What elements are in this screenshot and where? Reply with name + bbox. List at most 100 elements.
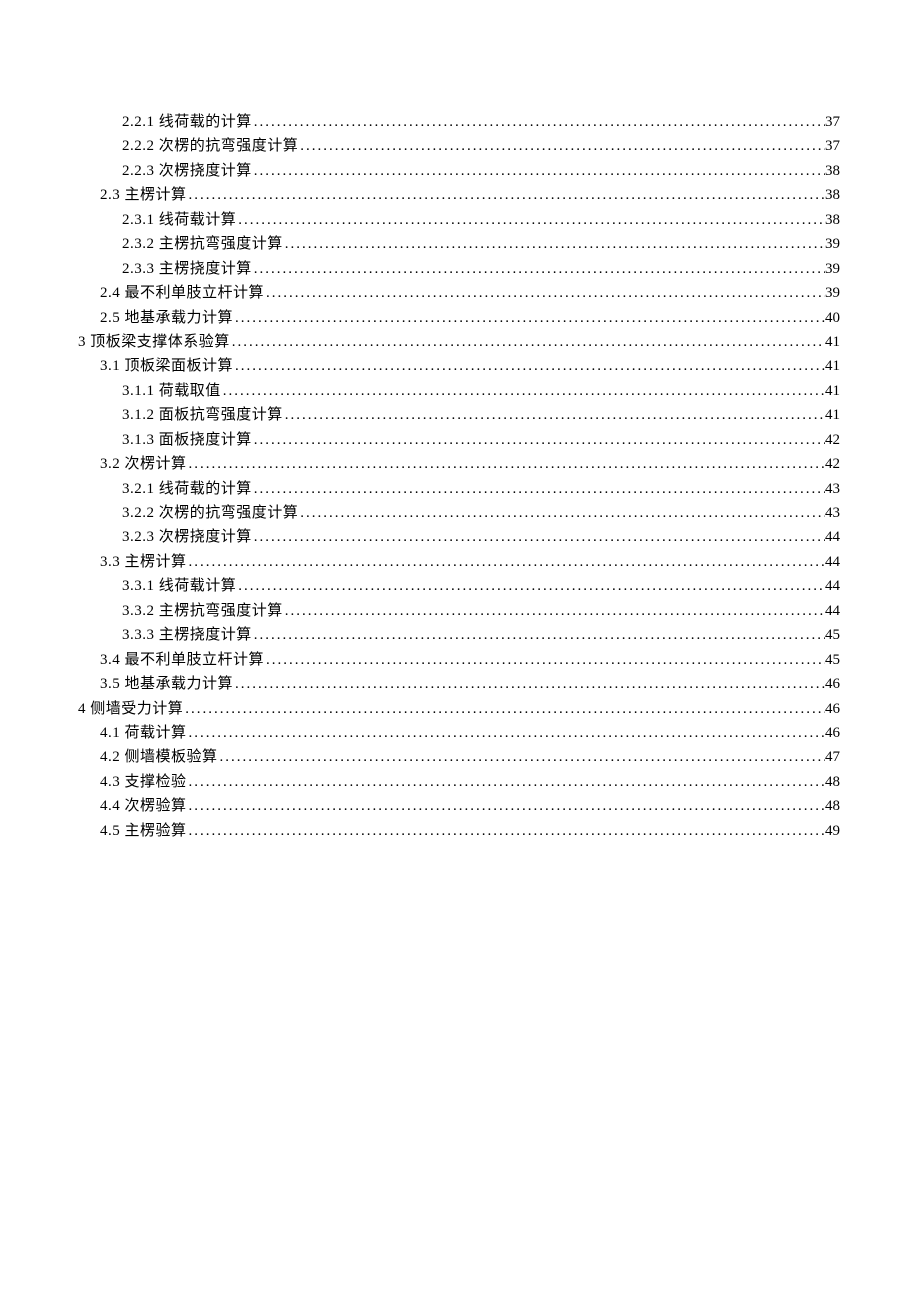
toc-entry: 3.1.3 面板挠度计算 42	[78, 428, 840, 452]
toc-entry: 3.3.3 主楞挠度计算 45	[78, 623, 840, 647]
toc-leader-dots	[218, 745, 825, 769]
toc-entry: 4 侧墙受力计算46	[78, 697, 840, 721]
toc-entry: 4.2 侧墙模板验算47	[78, 745, 840, 769]
toc-entry-page: 38	[825, 183, 840, 207]
toc-entry-label: 3.3.2 主楞抗弯强度计算	[122, 599, 283, 623]
toc-entry-label: 4.4 次楞验算	[100, 794, 187, 818]
toc-leader-dots	[187, 550, 825, 574]
toc-leader-dots	[187, 819, 825, 843]
toc-entry: 3.3.2 主楞抗弯强度计算 44	[78, 599, 840, 623]
toc-leader-dots	[236, 208, 825, 232]
toc-entry: 2.2.3 次楞挠度计算 38	[78, 159, 840, 183]
toc-leader-dots	[187, 770, 825, 794]
toc-entry-page: 38	[825, 159, 840, 183]
toc-entry-label: 4.3 支撑检验	[100, 770, 187, 794]
toc-entry-label: 3.1.2 面板抗弯强度计算	[122, 403, 283, 427]
toc-entry-label: 2.2.3 次楞挠度计算	[122, 159, 252, 183]
toc-entry-page: 47	[825, 745, 840, 769]
toc-entry: 4.4 次楞验算48	[78, 794, 840, 818]
toc-entry: 3.2.3 次楞挠度计算 44	[78, 525, 840, 549]
toc-entry: 3.1.2 面板抗弯强度计算41	[78, 403, 840, 427]
toc-entry-label: 3.2.3 次楞挠度计算	[122, 525, 252, 549]
toc-entry-page: 45	[825, 648, 840, 672]
toc-entry-label: 4.5 主楞验算	[100, 819, 187, 843]
toc-leader-dots	[252, 159, 825, 183]
toc-entry: 3 顶板梁支撑体系验算41	[78, 330, 840, 354]
toc-entry: 3.2.1 线荷载的计算 43	[78, 477, 840, 501]
toc-entry-label: 3.3.3 主楞挠度计算	[122, 623, 252, 647]
toc-entry: 3.3 主楞计算 44	[78, 550, 840, 574]
toc-entry-page: 37	[825, 110, 840, 134]
toc-leader-dots	[187, 794, 825, 818]
toc-entry: 2.4 最不利单肢立杆计算 39	[78, 281, 840, 305]
toc-leader-dots	[221, 379, 825, 403]
toc-entry-page: 37	[825, 134, 840, 158]
toc-leader-dots	[233, 306, 825, 330]
toc-entry: 3.1 顶板梁面板计算 41	[78, 354, 840, 378]
toc-entry-label: 2.5 地基承载力计算	[100, 306, 233, 330]
toc-entry-label: 3.1.3 面板挠度计算	[122, 428, 252, 452]
toc-entry-label: 3.1 顶板梁面板计算	[100, 354, 233, 378]
toc-entry: 2.3.3 主楞挠度计算39	[78, 257, 840, 281]
toc-leader-dots	[283, 403, 825, 427]
toc-leader-dots	[252, 477, 825, 501]
toc-leader-dots	[264, 281, 825, 305]
toc-entry-page: 44	[825, 525, 840, 549]
toc-entry-page: 40	[825, 306, 840, 330]
toc-entry-label: 3.5 地基承载力计算	[100, 672, 233, 696]
toc-leader-dots	[183, 697, 825, 721]
toc-entry: 4.1 荷载计算 46	[78, 721, 840, 745]
toc-leader-dots	[298, 501, 825, 525]
toc-entry-page: 44	[825, 574, 840, 598]
toc-entry-page: 49	[825, 819, 840, 843]
toc-leader-dots	[252, 428, 825, 452]
toc-entry-label: 2.3.1 线荷载计算	[122, 208, 236, 232]
toc-leader-dots	[187, 721, 825, 745]
toc-entry-page: 42	[825, 428, 840, 452]
toc-entry-label: 3.2.1 线荷载的计算	[122, 477, 252, 501]
toc-entry-page: 44	[825, 550, 840, 574]
toc-entry: 2.2.2 次楞的抗弯强度计算 37	[78, 134, 840, 158]
toc-leader-dots	[252, 110, 825, 134]
toc-entry-label: 3.4 最不利单肢立杆计算	[100, 648, 264, 672]
toc-entry-label: 3.3.1 线荷载计算	[122, 574, 236, 598]
toc-entry: 2.3 主楞计算 38	[78, 183, 840, 207]
toc-leader-dots	[264, 648, 825, 672]
toc-entry: 3.1.1 荷载取值41	[78, 379, 840, 403]
toc-entry-page: 44	[825, 599, 840, 623]
toc-entry-page: 39	[825, 232, 840, 256]
toc-entry-page: 39	[825, 281, 840, 305]
toc-entry-label: 3.2 次楞计算	[100, 452, 187, 476]
toc-leader-dots	[187, 183, 825, 207]
toc-entry-page: 41	[825, 354, 840, 378]
toc-entry-label: 2.2.1 线荷载的计算	[122, 110, 252, 134]
toc-entry-label: 4 侧墙受力计算	[78, 697, 183, 721]
toc-leader-dots	[298, 134, 825, 158]
toc-entry: 2.5 地基承载力计算 40	[78, 306, 840, 330]
toc-entry-label: 4.1 荷载计算	[100, 721, 187, 745]
toc-entry: 3.3.1 线荷载计算 44	[78, 574, 840, 598]
toc-entry: 3.2.2 次楞的抗弯强度计算43	[78, 501, 840, 525]
toc-leader-dots	[252, 623, 825, 647]
toc-entry-label: 2.4 最不利单肢立杆计算	[100, 281, 264, 305]
toc-leader-dots	[252, 257, 825, 281]
toc-entry-page: 43	[825, 501, 840, 525]
toc-entry-label: 3 顶板梁支撑体系验算	[78, 330, 230, 354]
toc-entry: 4.5 主楞验算 49	[78, 819, 840, 843]
toc-entry-page: 42	[825, 452, 840, 476]
toc-entry-page: 39	[825, 257, 840, 281]
toc-entry-page: 45	[825, 623, 840, 647]
toc-leader-dots	[230, 330, 825, 354]
toc-entry-page: 46	[825, 672, 840, 696]
toc-entry-label: 2.3.2 主楞抗弯强度计算	[122, 232, 283, 256]
toc-entry: 4.3 支撑检验48	[78, 770, 840, 794]
toc-entry-label: 3.3 主楞计算	[100, 550, 187, 574]
toc-entry-page: 46	[825, 721, 840, 745]
toc-leader-dots	[233, 672, 825, 696]
toc-entry-label: 3.1.1 荷载取值	[122, 379, 221, 403]
toc-entry-page: 43	[825, 477, 840, 501]
toc-entry-label: 2.3 主楞计算	[100, 183, 187, 207]
table-of-contents: 2.2.1 线荷载的计算372.2.2 次楞的抗弯强度计算372.2.3 次楞挠…	[78, 110, 840, 843]
toc-entry-label: 2.2.2 次楞的抗弯强度计算	[122, 134, 298, 158]
toc-entry: 3.5 地基承载力计算 46	[78, 672, 840, 696]
